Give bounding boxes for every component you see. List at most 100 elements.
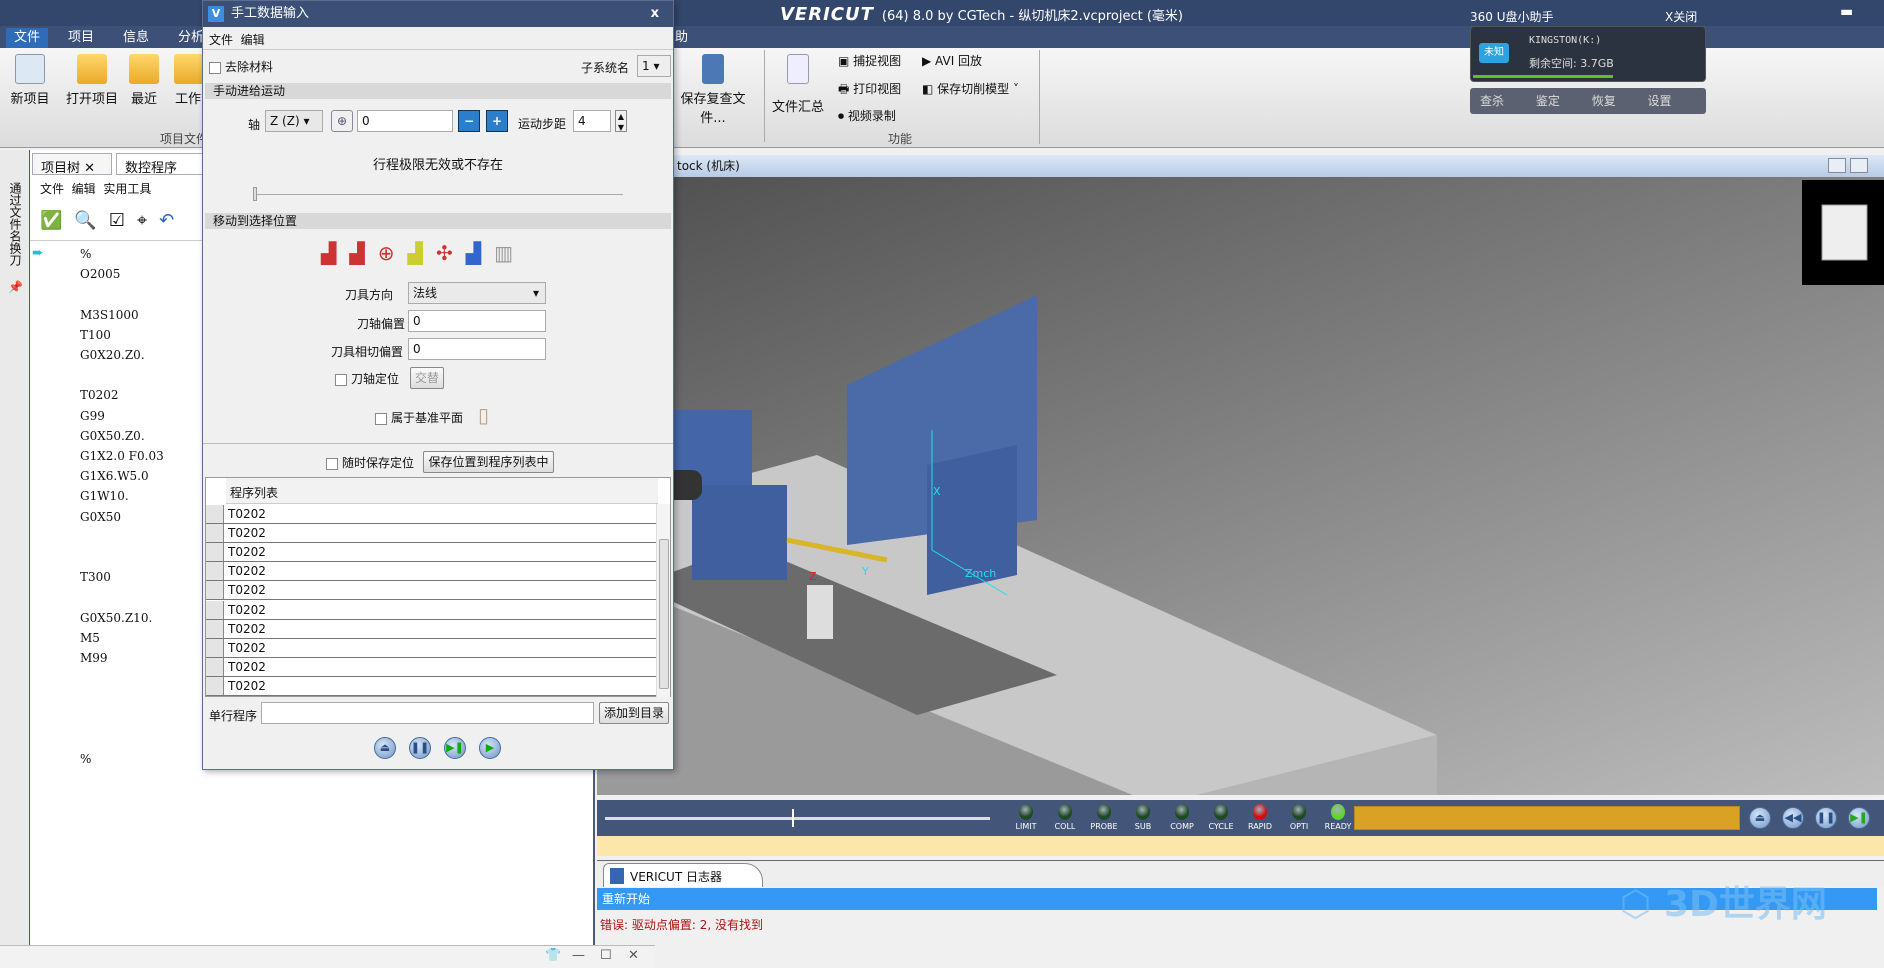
row-header[interactable] bbox=[206, 524, 224, 543]
axis-locate-checkbox[interactable]: 刀轴定位 bbox=[335, 370, 399, 387]
viewport-restore-button[interactable] bbox=[1850, 158, 1868, 173]
pin-icon[interactable]: 📌 bbox=[8, 280, 23, 294]
work-button[interactable]: 工作 bbox=[174, 54, 202, 107]
subsystem-select[interactable]: 1 ▾ bbox=[637, 55, 671, 77]
remove-material-checkbox[interactable]: 去除材料 bbox=[209, 58, 273, 75]
code-line[interactable]: M3S1000 bbox=[80, 308, 139, 322]
position-input[interactable]: 0 bbox=[357, 110, 453, 132]
tool-to-surface-icon[interactable]: ▟ bbox=[321, 241, 349, 265]
tool-to-center-icon[interactable]: ⊕ bbox=[378, 241, 408, 265]
capture-view-button[interactable]: ▣ 捕捉视图 bbox=[838, 52, 901, 69]
skin-icon[interactable]: 👕 bbox=[545, 948, 561, 963]
search-nc-icon[interactable]: 🔍 bbox=[74, 210, 108, 231]
checklist-icon[interactable]: ☑ bbox=[109, 210, 137, 231]
code-line[interactable]: G1X6.W5.0 bbox=[80, 469, 149, 483]
check-icon[interactable]: ✅ bbox=[40, 210, 74, 231]
rewind-button[interactable]: ⏏ bbox=[1749, 807, 1771, 829]
code-line[interactable]: G0X50 bbox=[80, 510, 121, 524]
tool-axes-icon[interactable]: ✣ bbox=[436, 241, 466, 265]
code-line[interactable]: M99 bbox=[80, 651, 108, 665]
list-item[interactable]: T0202 bbox=[206, 543, 659, 563]
sim-slider-handle[interactable] bbox=[792, 809, 794, 827]
row-header[interactable] bbox=[206, 657, 224, 676]
usb-helper-close[interactable]: X关闭 bbox=[1665, 8, 1697, 25]
row-header[interactable] bbox=[206, 581, 224, 600]
save-review-button[interactable]: 保存复查文件... bbox=[672, 54, 754, 126]
save-anytime-checkbox[interactable]: 随时保存定位 bbox=[326, 454, 414, 471]
pause-button[interactable]: ❚❚ bbox=[409, 737, 431, 759]
list-item[interactable]: T0202 bbox=[206, 581, 659, 601]
binoculars-icon[interactable]: ⌖ bbox=[137, 210, 159, 231]
code-line[interactable]: G0X20.Z0. bbox=[80, 348, 145, 362]
code-line[interactable]: T300 bbox=[80, 570, 111, 584]
list-item[interactable]: T0202 bbox=[206, 619, 659, 639]
minimize-button[interactable]: ▬ bbox=[1840, 4, 1853, 20]
tab-info[interactable]: 信息 bbox=[115, 28, 157, 48]
list-item[interactable]: T0202 bbox=[206, 600, 659, 620]
axis-offset-input[interactable]: 0 bbox=[408, 310, 546, 332]
step-spinner[interactable]: ▲ ▼ bbox=[615, 110, 627, 132]
row-header[interactable] bbox=[206, 676, 224, 695]
list-item[interactable]: T0202 bbox=[206, 676, 659, 696]
recent-button[interactable]: 最近 bbox=[128, 54, 160, 107]
code-line[interactable]: % bbox=[80, 247, 91, 261]
log-entry-error[interactable]: 错误: 驱动点偏置: 2, 没有找到 bbox=[600, 916, 763, 933]
jog-slider-handle[interactable] bbox=[253, 187, 257, 201]
scan-button[interactable]: 查杀 bbox=[1480, 94, 1504, 108]
code-line[interactable]: G99 bbox=[80, 409, 105, 423]
jog-slider[interactable] bbox=[253, 194, 623, 195]
code-line[interactable]: G0X50.Z0. bbox=[80, 429, 145, 443]
save-to-list-button[interactable]: 保存位置到程序列表中 bbox=[423, 451, 554, 473]
row-header[interactable] bbox=[206, 562, 224, 581]
code-line[interactable]: O2005 bbox=[80, 267, 120, 281]
video-record-button[interactable]: ⏺ 视频录制 bbox=[838, 107, 896, 124]
list-item[interactable]: T0202 bbox=[206, 562, 659, 582]
plus-button[interactable]: + bbox=[486, 110, 508, 132]
tab-project[interactable]: 项目 bbox=[60, 28, 102, 48]
code-line[interactable]: G1X2.0 F0.03 bbox=[80, 449, 164, 463]
play-button[interactable]: ▶ bbox=[479, 737, 501, 759]
side-tab-tool-change[interactable]: 通过文件名换刀 bbox=[7, 182, 24, 266]
3d-viewport[interactable]: X Y Z Zmch bbox=[597, 155, 1884, 815]
list-item[interactable]: T0202 bbox=[206, 657, 659, 677]
minimize-icon[interactable]: — bbox=[572, 948, 585, 963]
row-header[interactable] bbox=[206, 505, 224, 523]
crosshair-icon[interactable]: ⊕ bbox=[331, 110, 353, 132]
tool-to-blue-icon[interactable]: ▟ bbox=[466, 241, 494, 265]
tab-project-tree[interactable]: 项目树 ✕ bbox=[32, 153, 112, 176]
dialog-close-button[interactable]: x bbox=[651, 1, 659, 27]
close-icon[interactable]: ✕ bbox=[628, 948, 639, 963]
tool-to-edge-icon[interactable]: ▟ bbox=[349, 241, 377, 265]
step-button[interactable]: ▶❚ bbox=[444, 737, 466, 759]
alternate-button[interactable]: 交替 bbox=[410, 367, 444, 389]
code-line[interactable]: G0X50.Z10. bbox=[80, 611, 152, 625]
identify-button[interactable]: 鉴定 bbox=[1536, 94, 1560, 108]
sim-slider[interactable] bbox=[605, 817, 990, 820]
axis-select[interactable]: Z (Z) ▾ bbox=[265, 110, 323, 132]
list-item[interactable]: T0202 bbox=[206, 524, 659, 544]
tool-direction-select[interactable]: 法线 ▾ bbox=[408, 282, 546, 304]
maximize-icon[interactable]: ☐ bbox=[600, 948, 612, 963]
menu-utilities[interactable]: 实用工具 bbox=[103, 182, 151, 196]
base-plane-tool-icon[interactable]: ▯ bbox=[478, 403, 489, 427]
code-line[interactable]: T100 bbox=[80, 328, 111, 342]
row-header[interactable] bbox=[206, 543, 224, 562]
open-project-button[interactable]: 打开项目 bbox=[62, 54, 122, 107]
dialog-title-bar[interactable]: V 手工数据输入 x bbox=[203, 1, 673, 27]
step-button[interactable]: ▶❚ bbox=[1848, 807, 1870, 829]
undo-icon[interactable]: ↶ bbox=[159, 210, 186, 231]
avi-playback-button[interactable]: ▶ AVI 回放 bbox=[922, 52, 982, 69]
code-line[interactable]: G1W10. bbox=[80, 489, 129, 503]
list-item[interactable]: T0202 bbox=[206, 638, 659, 658]
restore-button[interactable]: 恢复 bbox=[1592, 94, 1616, 108]
minus-button[interactable]: − bbox=[458, 110, 480, 132]
add-to-list-button[interactable]: 添加到目录 bbox=[599, 702, 669, 724]
single-line-input[interactable] bbox=[261, 702, 594, 724]
menu-file[interactable]: 文件 bbox=[209, 33, 233, 47]
tool-to-yellow-icon[interactable]: ▟ bbox=[408, 241, 436, 265]
menu-edit[interactable]: 编辑 bbox=[72, 182, 96, 196]
step-input[interactable]: 4 bbox=[573, 110, 611, 132]
menu-file[interactable]: 文件 bbox=[40, 182, 64, 196]
code-line[interactable]: % bbox=[80, 752, 91, 766]
tab-file[interactable]: 文件 bbox=[6, 28, 49, 48]
